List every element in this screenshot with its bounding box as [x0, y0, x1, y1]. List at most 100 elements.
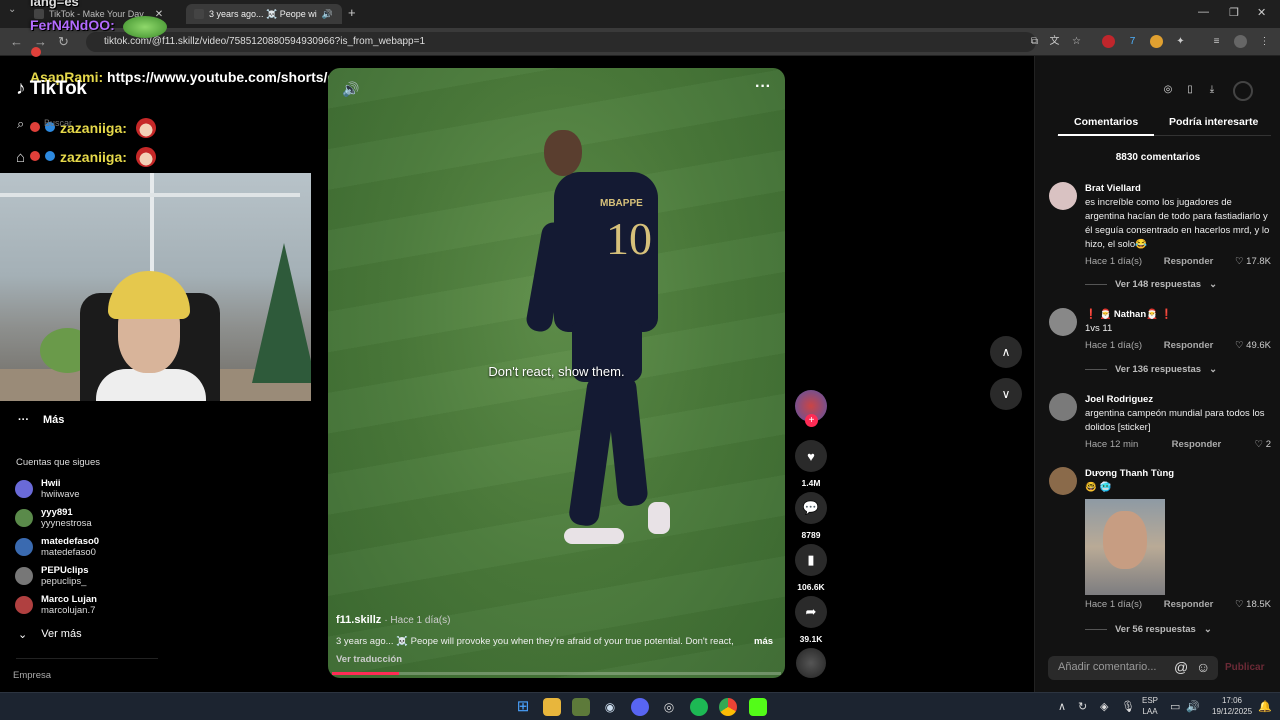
profile-avatar-icon[interactable]	[1233, 81, 1253, 101]
share-icon[interactable]: ➦	[795, 596, 827, 628]
reload-icon[interactable]: ↻	[58, 34, 69, 50]
translate-icon[interactable]: 文	[1048, 35, 1061, 48]
follow-plus-icon[interactable]: +	[805, 414, 818, 427]
windows-start-icon[interactable]: ⊞	[514, 698, 532, 716]
next-video-button[interactable]: ∨	[990, 378, 1022, 410]
minimize-button[interactable]: —	[1198, 6, 1209, 18]
media-controls-icon[interactable]: ≡	[1210, 35, 1223, 48]
extension-7tv-icon[interactable]: 7	[1126, 35, 1139, 48]
reply-button[interactable]: Responder	[1164, 340, 1214, 351]
like-action[interactable]: ♥ 1.4M	[794, 440, 828, 488]
search-icon[interactable]: ⌕	[17, 116, 24, 132]
chevron-down-icon: ⌄	[1203, 624, 1212, 635]
comment-like[interactable]: ♡ 2	[1255, 439, 1271, 450]
publish-button[interactable]: Publicar	[1225, 662, 1264, 673]
microphone-icon[interactable]: 🎙	[1121, 700, 1135, 713]
new-tab-button[interactable]: +	[348, 5, 356, 20]
following-item[interactable]: matedefaso0 matedefaso0	[15, 536, 99, 558]
cast-icon[interactable]: ⧉	[1028, 35, 1041, 48]
profile-avatar-icon[interactable]	[1234, 35, 1247, 48]
extension-orange-icon[interactable]	[1150, 35, 1163, 48]
following-item[interactable]: Hwii hwiiwave	[15, 478, 80, 500]
speaker-icon[interactable]: 🔊	[322, 9, 333, 20]
avatar[interactable]	[1049, 467, 1077, 495]
following-item[interactable]: yyy891 yyynestrosa	[15, 507, 92, 529]
avatar[interactable]	[1049, 393, 1077, 421]
see-more-button[interactable]: ⌄ Ver más	[18, 628, 82, 641]
reply-button[interactable]: Responder	[1172, 439, 1222, 450]
chat-emote	[123, 16, 167, 38]
comment-like[interactable]: ♡ 49.6K	[1235, 340, 1271, 351]
obs-icon[interactable]: ◎	[660, 698, 678, 716]
following-item[interactable]: Marco Lujan marcolujan.7	[15, 594, 97, 616]
minecraft-icon[interactable]	[572, 698, 590, 716]
notification-icon[interactable]: 🔔	[1258, 700, 1272, 713]
comment-like[interactable]: ♡ 18.5K	[1235, 599, 1271, 610]
video-author[interactable]: f11.skillz · Hace 1 día(s)	[336, 614, 450, 626]
reply-button[interactable]: Responder	[1164, 256, 1214, 267]
heart-icon[interactable]: ♥	[795, 440, 827, 472]
keyboard-language[interactable]: ESP LAA	[1142, 695, 1158, 717]
clock[interactable]: 17:06 19/12/2025	[1212, 695, 1252, 717]
home-icon[interactable]: ⌂	[16, 149, 25, 166]
chat-badge-icon	[30, 151, 40, 161]
view-replies-button[interactable]: Ver 56 respuestas ⌄	[1085, 624, 1212, 635]
more-description-link[interactable]: más	[754, 636, 773, 647]
tab-video[interactable]: 3 years ago... ☠️ Peope wi 🔊 ✕	[186, 4, 342, 24]
discord-icon[interactable]	[631, 698, 649, 716]
sync-icon[interactable]: ↻	[1078, 700, 1087, 713]
back-icon[interactable]: ←	[10, 34, 23, 49]
bookmark-icon[interactable]: ▮	[795, 544, 827, 576]
comment-image[interactable]	[1085, 499, 1165, 595]
compass-icon[interactable]: ◎	[1159, 81, 1177, 99]
tab-might-interest[interactable]: Podría interesarte	[1169, 116, 1258, 128]
url-field[interactable]: tiktok.com/@f11.skillz/video/75851208805…	[86, 32, 1036, 52]
comment-tabs: Comentarios Podría interesarte	[1057, 114, 1271, 136]
close-window-button[interactable]: ✕	[1257, 6, 1266, 19]
comment-input[interactable]: Añadir comentario...	[1048, 656, 1218, 680]
tiktok-logo[interactable]: ♪ TikTok	[16, 78, 87, 100]
save-action[interactable]: ▮ 106.6K	[794, 544, 828, 592]
download-icon[interactable]: ⤓	[1203, 81, 1221, 99]
phone-icon[interactable]: ▯	[1181, 81, 1199, 99]
avatar[interactable]	[1049, 308, 1077, 336]
comment-like[interactable]: ♡ 17.8K	[1235, 256, 1271, 267]
view-replies-button[interactable]: Ver 148 respuestas ⌄	[1085, 279, 1217, 290]
sound-disc-icon[interactable]	[796, 648, 826, 678]
extension-red-icon[interactable]	[1102, 35, 1115, 48]
spotify-icon[interactable]	[690, 698, 708, 716]
reply-button[interactable]: Responder	[1164, 599, 1214, 610]
tab-comments[interactable]: Comentarios	[1057, 116, 1155, 136]
video-progress-bar[interactable]	[332, 672, 781, 675]
tab-search-icon[interactable]: ⌄	[8, 4, 16, 15]
volume-icon[interactable]: 🔊	[1186, 700, 1200, 713]
video-player[interactable]: MBAPPE 10 Don't react, show them. 🔊 ··· …	[328, 68, 785, 678]
view-replies-button[interactable]: Ver 136 respuestas ⌄	[1085, 364, 1217, 375]
steam-icon[interactable]: ◉	[601, 698, 619, 716]
previous-video-button[interactable]: ∧	[990, 336, 1022, 368]
chevron-down-icon: ⌄	[18, 629, 28, 641]
kick-icon[interactable]	[749, 698, 767, 716]
browser-menu-icon[interactable]: ⋮	[1258, 35, 1271, 48]
security-icon[interactable]: ◈	[1100, 700, 1108, 713]
share-action[interactable]: ➦ 39.1K	[794, 596, 828, 644]
volume-icon[interactable]: 🔊	[342, 81, 359, 98]
network-icon[interactable]: ▭	[1170, 700, 1180, 713]
file-explorer-icon[interactable]	[543, 698, 561, 716]
maximize-button[interactable]: ❐	[1229, 6, 1239, 19]
bookmark-star-icon[interactable]: ☆	[1070, 35, 1083, 48]
following-section-title: Cuentas que sigues	[16, 457, 100, 468]
emoji-icon[interactable]: ☺	[1196, 659, 1210, 675]
avatar[interactable]	[1049, 182, 1077, 210]
see-translation-link[interactable]: Ver traducción	[336, 654, 402, 665]
comment-action[interactable]: 💬 8789	[794, 492, 828, 540]
following-item[interactable]: PEPUclips pepuclips_	[15, 565, 89, 587]
footer-link-empresa[interactable]: Empresa	[13, 670, 51, 681]
more-options-icon[interactable]: ···	[755, 78, 771, 96]
comment-icon[interactable]: 💬	[795, 492, 827, 524]
chrome-icon[interactable]	[719, 698, 737, 716]
show-hidden-icons[interactable]: ∧	[1058, 700, 1066, 713]
mention-icon[interactable]: @	[1174, 659, 1188, 675]
more-menu-item[interactable]: ··· Más	[18, 414, 64, 426]
extensions-puzzle-icon[interactable]: ✦	[1174, 35, 1187, 48]
